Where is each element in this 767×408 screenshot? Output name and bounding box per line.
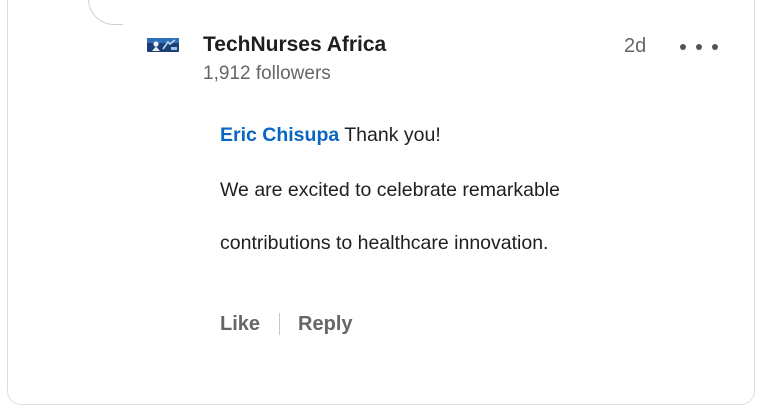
more-options-button[interactable] — [680, 40, 718, 54]
comment-timestamp: 2d — [624, 35, 647, 57]
comment-text-line-1: Eric Chisupa Thank you! — [220, 122, 441, 148]
mention-suffix: Thank you! — [339, 124, 441, 146]
comment-panel: TechNurses Africa 1,912 followers 2d Eri… — [0, 0, 767, 408]
comment-text-line-2: We are excited to celebrate remarkable — [220, 179, 560, 201]
mention-link[interactable]: Eric Chisupa — [220, 124, 339, 146]
ellipsis-icon — [680, 44, 686, 50]
reply-button[interactable]: Reply — [298, 311, 352, 337]
action-divider — [279, 313, 281, 335]
comment-text-line-3: contributions to healthcare innovation. — [220, 232, 549, 254]
author-followers: 1,912 followers — [203, 63, 331, 84]
technurses-logo-icon[interactable] — [147, 38, 179, 52]
ellipsis-icon — [696, 44, 702, 50]
like-button[interactable]: Like — [220, 311, 260, 337]
author-name[interactable]: TechNurses Africa — [203, 32, 386, 58]
comment-actions: Like Reply — [220, 311, 353, 337]
ellipsis-icon — [712, 44, 718, 50]
